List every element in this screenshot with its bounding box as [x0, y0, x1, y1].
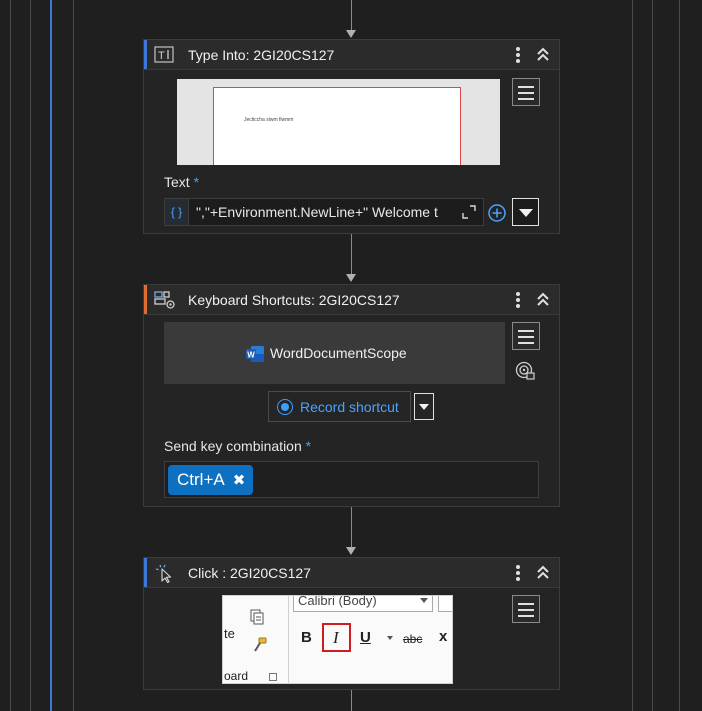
activity-accent: [144, 558, 147, 587]
expand-icon[interactable]: [462, 205, 476, 219]
target-screenshot[interactable]: Jecticcha siwm fiwmm: [177, 79, 500, 165]
add-variable-icon[interactable]: [487, 203, 507, 223]
flow-arrow-icon: [346, 547, 356, 555]
flow-connector: [351, 234, 352, 275]
activity-title: Type Into: 2GI20CS127: [188, 47, 335, 63]
type-into-icon: T: [154, 46, 174, 63]
record-dropdown-button[interactable]: [414, 393, 434, 420]
svg-text:T: T: [158, 50, 165, 62]
guide-line: [652, 0, 653, 711]
guide-line: [10, 0, 11, 711]
target-picker-icon[interactable]: [514, 360, 536, 382]
key-token[interactable]: Ctrl+A ✖: [168, 465, 254, 495]
scope-label: WordDocumentScope: [270, 345, 407, 361]
record-shortcut-button[interactable]: Record shortcut: [268, 391, 411, 422]
record-label: Record shortcut: [300, 399, 399, 415]
subscript-button: x: [439, 628, 448, 645]
launcher-icon: [269, 673, 277, 681]
svg-text:W: W: [247, 350, 255, 359]
options-menu-button[interactable]: [512, 595, 540, 623]
flow-arrow-icon: [346, 274, 356, 282]
scope-target-panel[interactable]: W WordDocumentScope: [164, 322, 505, 384]
activity-title: Click : 2GI20CS127: [188, 565, 311, 581]
options-menu-button[interactable]: [512, 322, 540, 350]
font-size-box: [438, 596, 452, 612]
click-icon: [155, 564, 172, 583]
format-painter-icon: [254, 637, 267, 652]
word-icon: W: [246, 346, 264, 362]
activity-header[interactable]: Click : 2GI20CS127: [144, 558, 559, 588]
dropdown-button[interactable]: [512, 198, 539, 226]
chevron-down-icon: [420, 598, 428, 603]
collapse-icon[interactable]: [535, 290, 551, 310]
strikethrough-button: abc: [403, 632, 423, 646]
italic-button-highlight: I: [322, 623, 351, 652]
flow-connector: [351, 507, 352, 547]
target-screenshot[interactable]: te oard Calibri (Body) B I U abc x: [222, 595, 453, 684]
guide-line: [679, 0, 680, 711]
selection-guide-line: [50, 0, 52, 711]
options-menu-button[interactable]: [512, 78, 540, 106]
guide-line: [73, 0, 74, 711]
text-expression-field[interactable]: { } ","+Environment.NewLine+" Welcome t: [164, 198, 484, 226]
more-options-icon[interactable]: [509, 564, 527, 584]
type-into-activity[interactable]: T Type Into: 2GI20CS127 Jecticcha siwm f…: [143, 39, 560, 234]
guide-line: [632, 0, 633, 711]
key-combination-field[interactable]: Ctrl+A ✖: [164, 461, 539, 498]
chevron-down-icon: [519, 209, 533, 217]
more-options-icon[interactable]: [509, 46, 527, 66]
keyboard-shortcuts-activity[interactable]: Keyboard Shortcuts: 2GI20CS127 W WordDoc…: [143, 284, 560, 507]
send-key-combination-label: Send key combination *: [164, 438, 312, 454]
bold-button: B: [301, 629, 312, 646]
flow-connector: [351, 0, 352, 30]
activity-accent: [144, 40, 147, 69]
chevron-down-icon: [387, 636, 393, 640]
ribbon-divider: [288, 596, 289, 683]
expression-value[interactable]: ","+Environment.NewLine+" Welcome t: [196, 204, 452, 220]
activity-title: Keyboard Shortcuts: 2GI20CS127: [188, 292, 400, 308]
font-name-box: Calibri (Body): [293, 596, 433, 612]
clipboard-label: oard: [224, 669, 249, 683]
paste-label: te: [224, 626, 235, 641]
key-token-label: Ctrl+A: [177, 470, 225, 489]
click-activity[interactable]: Click : 2GI20CS127 te oard Calibri (Body…: [143, 557, 560, 690]
flow-connector: [351, 690, 352, 711]
copy-icon: [250, 609, 264, 625]
underline-button: U: [360, 629, 371, 646]
italic-button: I: [333, 628, 339, 647]
collapse-icon[interactable]: [535, 563, 551, 583]
remove-token-icon[interactable]: ✖: [233, 471, 246, 489]
more-options-icon[interactable]: [509, 291, 527, 311]
thumbnail-text: Jecticcha siwm fiwmm: [244, 117, 294, 123]
collapse-icon[interactable]: [535, 45, 551, 65]
keyboard-shortcuts-icon: [154, 291, 175, 309]
flow-arrow-icon: [346, 30, 356, 38]
document-page: Jecticcha siwm fiwmm: [213, 87, 461, 165]
record-icon: [277, 399, 293, 415]
activity-header[interactable]: T Type Into: 2GI20CS127: [144, 40, 559, 70]
activity-accent: [144, 285, 147, 314]
chevron-down-icon: [419, 404, 429, 410]
guide-line: [30, 0, 31, 711]
expression-badge[interactable]: { }: [165, 199, 189, 225]
text-field-label: Text *: [164, 174, 200, 190]
activity-header[interactable]: Keyboard Shortcuts: 2GI20CS127: [144, 285, 559, 315]
